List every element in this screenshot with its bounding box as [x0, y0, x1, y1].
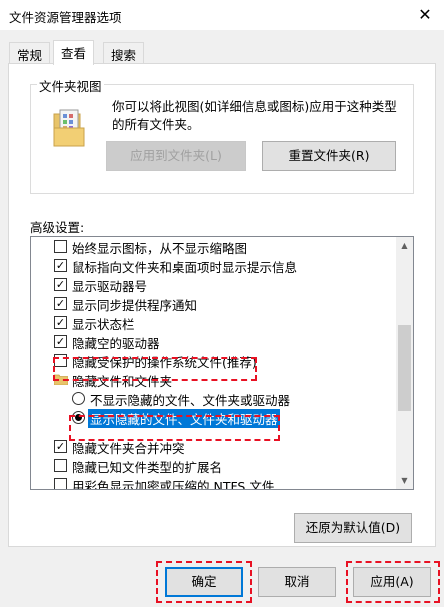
annotation-box-apply	[346, 561, 440, 603]
checkbox[interactable]: ✓	[54, 297, 67, 310]
list-item[interactable]: 不显示隐藏的文件、文件夹或驱动器	[31, 389, 397, 408]
list-item[interactable]: ✓ 显示驱动器号	[31, 275, 397, 294]
checkbox[interactable]: ✓	[54, 335, 67, 348]
apply-to-folders-button[interactable]: 应用到文件夹(L)	[106, 141, 246, 171]
list-item[interactable]: 始终显示图标，从不显示缩略图	[31, 237, 397, 256]
close-icon[interactable]: ✕	[414, 4, 436, 26]
scroll-thumb[interactable]	[398, 325, 411, 411]
title-bar: 文件资源管理器选项 ✕	[0, 0, 444, 30]
list-scrollbar[interactable]: ▲ ▼	[396, 237, 413, 489]
list-item[interactable]: 隐藏已知文件类型的扩展名	[31, 456, 397, 475]
checkbox[interactable]	[54, 478, 67, 489]
list-item[interactable]: ✓ 鼠标指向文件夹和桌面项时显示提示信息	[31, 256, 397, 275]
checkbox[interactable]: ✓	[54, 278, 67, 291]
folder-views-legend: 文件夹视图	[37, 76, 104, 95]
tab-strip: 常规 查看 搜索	[0, 40, 444, 65]
checkbox[interactable]: ✓	[54, 316, 67, 329]
window-title: 文件资源管理器选项	[9, 10, 122, 25]
list-item[interactable]: ✓ 隐藏空的驱动器	[31, 332, 397, 351]
checkbox[interactable]	[54, 240, 67, 253]
cancel-button[interactable]: 取消	[258, 567, 336, 597]
scroll-up-icon[interactable]: ▲	[396, 237, 413, 254]
list-item[interactable]: ✓ 显示状态栏	[31, 313, 397, 332]
list-item[interactable]: ✓ 显示同步提供程序通知	[31, 294, 397, 313]
folder-view-icon	[53, 109, 85, 147]
checkbox[interactable]: ✓	[54, 440, 67, 453]
checkbox[interactable]: ✓	[54, 259, 67, 272]
annotation-box-hide-protected	[53, 357, 257, 381]
list-item-label: 用彩色显示加密或压缩的 NTFS 文件	[72, 479, 275, 490]
tab-search[interactable]: 搜索	[103, 42, 145, 63]
advanced-settings-label: 高级设置:	[30, 220, 85, 235]
list-item-label: 显示同步提供程序通知	[72, 298, 198, 313]
tab-view[interactable]: 查看	[53, 40, 95, 65]
list-item-label: 隐藏空的驱动器	[72, 336, 160, 351]
list-item-label: 鼠标指向文件夹和桌面项时显示提示信息	[72, 260, 298, 275]
radio-button[interactable]	[72, 392, 85, 405]
list-item[interactable]: 用彩色显示加密或压缩的 NTFS 文件	[31, 475, 397, 490]
list-item-label: 显示状态栏	[72, 317, 135, 332]
scroll-down-icon[interactable]: ▼	[396, 472, 413, 489]
list-item-label: 始终显示图标，从不显示缩略图	[72, 241, 248, 256]
reset-folders-button[interactable]: 重置文件夹(R)	[262, 141, 396, 171]
restore-defaults-button[interactable]: 还原为默认值(D)	[294, 513, 412, 543]
list-item-label: 不显示隐藏的文件、文件夹或驱动器	[90, 393, 291, 408]
tab-general[interactable]: 常规	[9, 42, 51, 63]
annotation-box-show-hidden	[69, 415, 280, 441]
list-item-label: 显示驱动器号	[72, 279, 148, 294]
folder-views-description: 你可以将此视图(如详细信息或图标)应用于这种类型的所有文件夹。	[112, 99, 397, 132]
list-item-label: 隐藏已知文件类型的扩展名	[72, 460, 223, 475]
annotation-box-ok	[156, 561, 252, 603]
checkbox[interactable]	[54, 459, 67, 472]
